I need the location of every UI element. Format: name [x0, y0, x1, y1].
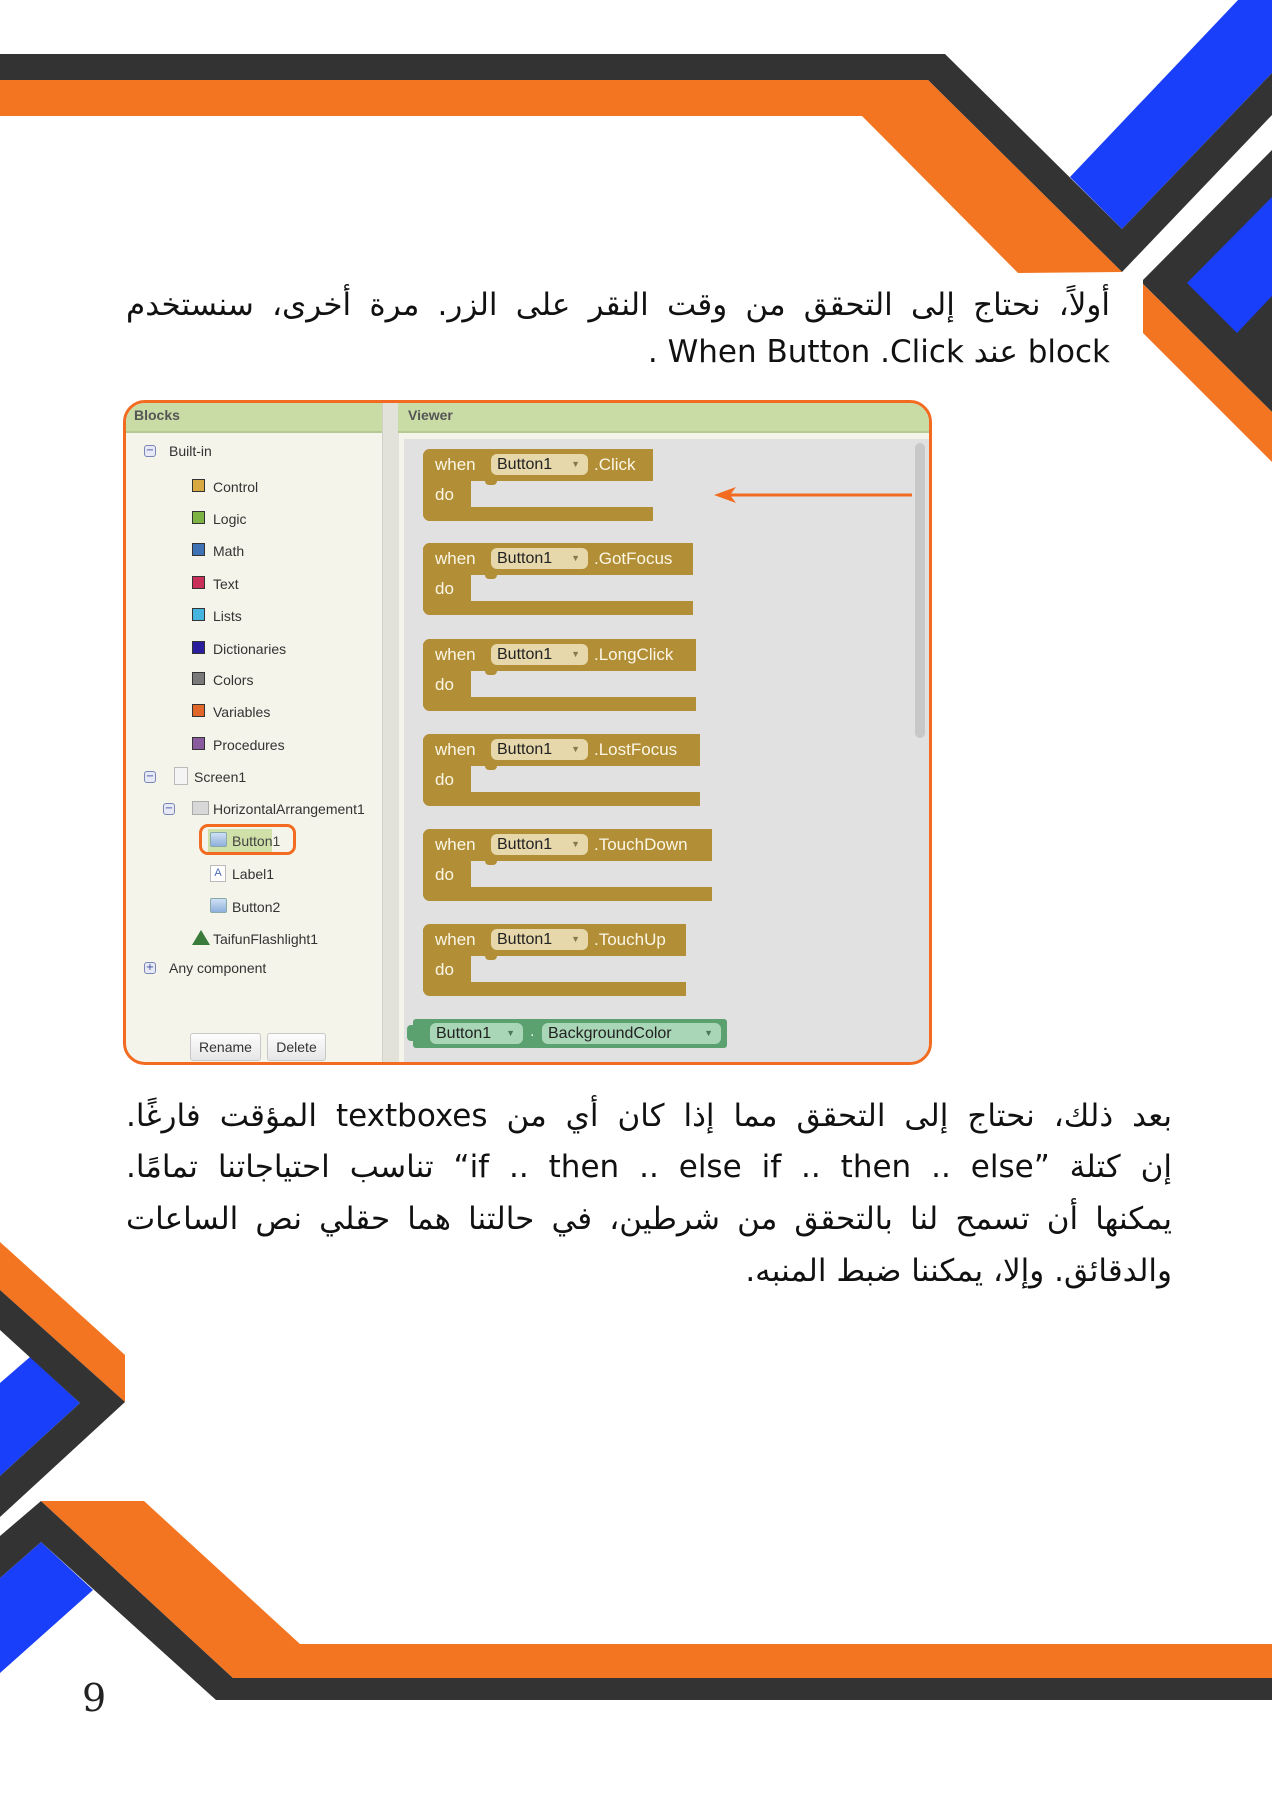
collapse-minus-icon[interactable]: −	[163, 803, 175, 815]
tree-item-procedures[interactable]: Procedures	[126, 735, 382, 755]
label-component-icon: A	[210, 865, 226, 882]
tree-item-label: Label1	[232, 866, 275, 882]
body-line-2: إن كتلة ”if .. then .. else if .. then .…	[126, 1149, 1172, 1185]
tree-item-label: Screen1	[194, 769, 247, 785]
category-variables-icon	[192, 704, 205, 717]
tree-item-any-component[interactable]: + Any component	[126, 958, 382, 978]
tree-item-button1[interactable]: Button1	[126, 824, 382, 855]
decor-orange-stripe	[0, 80, 1122, 273]
intro-line-2: . When Button .Click عند block	[647, 334, 1110, 370]
blocks-tree: − Built-in Control Logic Math Text Lists Dictio…	[126, 433, 382, 1062]
category-math-icon	[192, 543, 205, 556]
tree-item-text[interactable]: Text	[126, 574, 382, 594]
category-control-icon	[192, 479, 205, 492]
tree-item-label: Button1	[232, 833, 281, 849]
tree-item-label: TaifunFlashlight1	[213, 931, 319, 947]
viewer-workspace[interactable]	[404, 439, 929, 1062]
body-line-3: يمكنها أن تسمح لنا بالتحقق من شرطين، في …	[126, 1201, 1172, 1237]
arrow-left-icon	[714, 487, 912, 503]
category-dictionaries-icon	[192, 641, 205, 654]
intro-line-1: أولاً، نحتاج إلى التحقق من وقت النقر على…	[126, 287, 1110, 323]
tree-item-label: Control	[213, 479, 259, 495]
tree-item-control[interactable]: Control	[126, 477, 382, 497]
tree-item-label: Math	[213, 543, 245, 559]
tree-item-label: Logic	[213, 511, 247, 527]
rename-button[interactable]: Rename	[190, 1033, 261, 1061]
extension-icon	[192, 930, 210, 945]
tree-item-label: Built-in	[169, 443, 212, 459]
document-page: أولاً، نحتاج إلى التحقق من وقت النقر على…	[0, 0, 1272, 1800]
tree-item-label: Procedures	[213, 737, 285, 753]
tree-item-logic[interactable]: Logic	[126, 509, 382, 529]
decor-orange-stripe	[41, 1501, 1272, 1678]
tree-item-button2[interactable]: Button2	[126, 897, 382, 917]
body-line-1: بعد ذلك، نحتاج إلى التحقق مما إذا كان أي…	[126, 1098, 1172, 1134]
category-colors-icon	[192, 672, 205, 685]
horizontal-arrangement-icon	[192, 801, 209, 815]
tree-item-label: Lists	[213, 608, 242, 624]
page-number: 9	[82, 1676, 107, 1720]
tree-item-label: Colors	[213, 672, 254, 688]
tree-item-built-in[interactable]: − Built-in	[126, 441, 382, 461]
tree-item-label1[interactable]: A Label1	[126, 864, 382, 884]
tree-item-label: Dictionaries	[213, 641, 287, 657]
viewer-scrollbar[interactable]	[915, 443, 925, 738]
tree-item-horizontalarrangement1[interactable]: − HorizontalArrangement1	[126, 799, 382, 819]
tree-item-dictionaries[interactable]: Dictionaries	[126, 639, 382, 659]
tree-item-label: Variables	[213, 704, 271, 720]
screen-icon	[174, 767, 188, 785]
tree-item-label: HorizontalArrangement1	[213, 801, 365, 817]
category-procedures-icon	[192, 737, 205, 750]
category-lists-icon	[192, 608, 205, 621]
tree-item-taifunflashlight1[interactable]: TaifunFlashlight1	[126, 929, 382, 949]
pane-divider[interactable]	[382, 403, 399, 1062]
button-component-icon	[210, 832, 227, 847]
expand-plus-icon[interactable]: +	[144, 962, 156, 974]
body-line-4: والدقائق. وإلا، يمكننا ضبط المنبه.	[745, 1253, 1172, 1289]
blocks-header: Blocks	[126, 403, 382, 433]
tree-item-variables[interactable]: Variables	[126, 702, 382, 722]
tree-item-lists[interactable]: Lists	[126, 606, 382, 626]
tree-item-math[interactable]: Math	[126, 541, 382, 561]
tree-item-colors[interactable]: Colors	[126, 670, 382, 690]
tree-item-label: Any component	[169, 960, 267, 976]
tree-item-screen1[interactable]: − Screen1	[126, 767, 382, 787]
collapse-minus-icon[interactable]: −	[144, 771, 156, 783]
button-component-icon	[210, 898, 227, 913]
category-logic-icon	[192, 511, 205, 524]
tree-item-label: Button2	[232, 899, 281, 915]
delete-button[interactable]: Delete	[267, 1033, 326, 1061]
category-text-icon	[192, 576, 205, 589]
blocks-editor-screenshot: Blocks Viewer − Built-in Control Logic Math T…	[123, 400, 932, 1065]
viewer-header: Viewer	[398, 403, 929, 433]
tree-item-label: Text	[213, 576, 239, 592]
collapse-minus-icon[interactable]: −	[144, 445, 156, 457]
